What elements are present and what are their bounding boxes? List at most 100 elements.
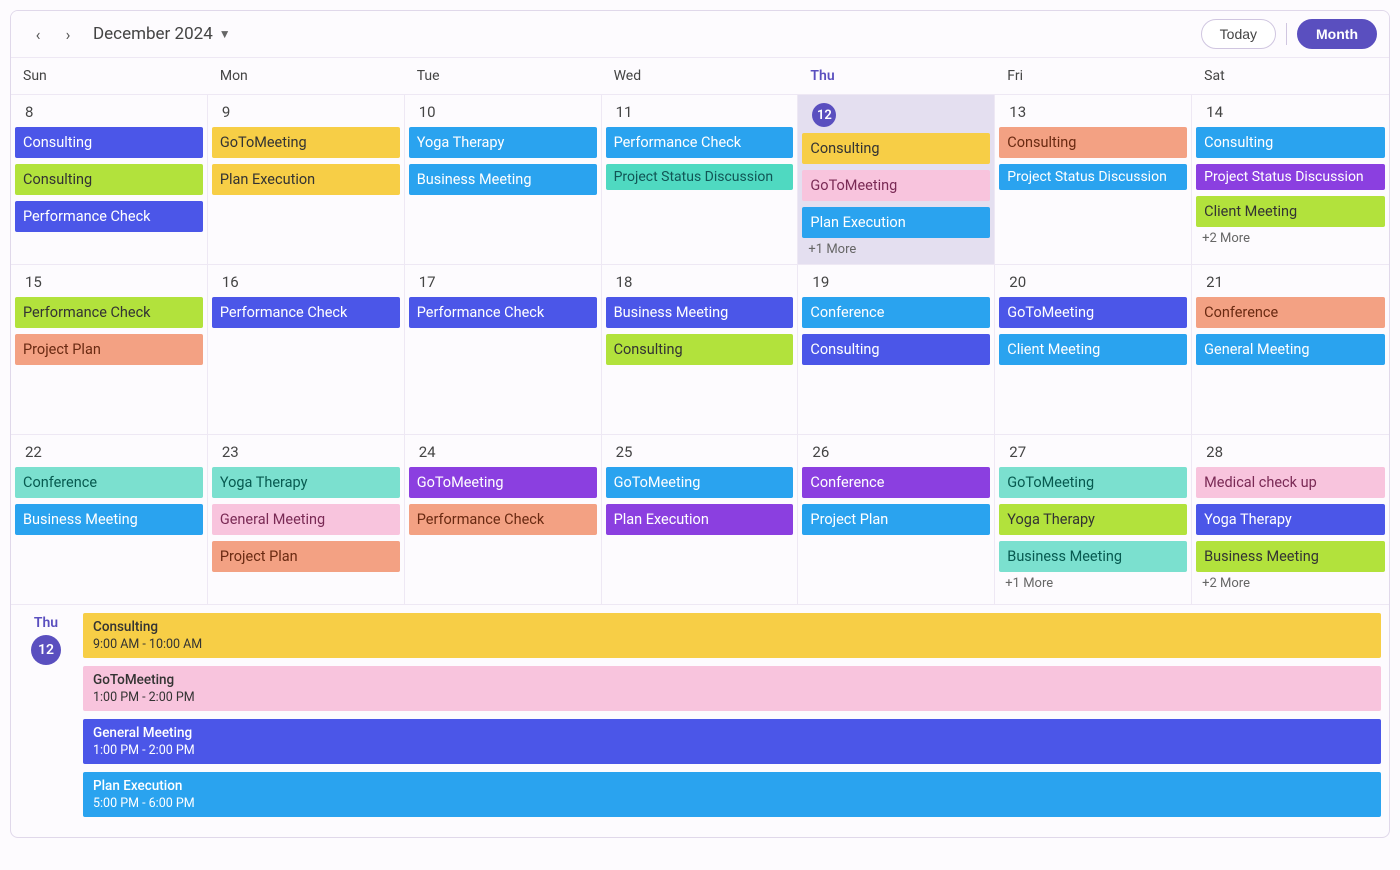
- view-month-button[interactable]: Month: [1297, 19, 1377, 49]
- event-chip[interactable]: GoToMeeting: [999, 467, 1187, 498]
- day-cell[interactable]: 22Conference Business Meeting: [11, 434, 208, 604]
- event-chip[interactable]: GoToMeeting: [999, 297, 1187, 328]
- day-cell[interactable]: 27GoToMeetingYoga TherapyBusiness Meetin…: [995, 434, 1192, 604]
- event-list: Consulting GoToMeeting Plan Execution: [798, 133, 994, 238]
- event-chip[interactable]: Performance Check: [15, 297, 203, 328]
- event-chip[interactable]: Business Meeting: [1196, 541, 1385, 572]
- event-chip[interactable]: Medical check up: [1196, 467, 1385, 498]
- event-chip[interactable]: Consulting: [999, 127, 1187, 158]
- event-chip[interactable]: Business Meeting: [15, 504, 203, 535]
- date-number: 22: [11, 439, 207, 467]
- date-number: 19: [798, 269, 994, 297]
- agenda-item-title: General Meeting: [93, 725, 1371, 741]
- next-arrow-icon[interactable]: ›: [53, 19, 83, 49]
- event-chip[interactable]: Conference: [802, 297, 990, 328]
- agenda-item-time: 1:00 PM - 2:00 PM: [93, 690, 1371, 705]
- event-chip[interactable]: Performance Check: [15, 201, 203, 232]
- event-chip[interactable]: Project Status Discussion: [606, 164, 794, 190]
- day-cell[interactable]: 16Performance Check: [208, 264, 405, 434]
- event-chip[interactable]: Client Meeting: [999, 334, 1187, 365]
- date-number: 21: [1192, 269, 1389, 297]
- day-cell[interactable]: 19Conference Consulting: [798, 264, 995, 434]
- event-chip[interactable]: Conference: [15, 467, 203, 498]
- agenda-item-title: Consulting: [93, 619, 1371, 635]
- event-chip[interactable]: Business Meeting: [606, 297, 794, 328]
- day-cell[interactable]: 25GoToMeeting Plan Execution: [602, 434, 799, 604]
- calendar: ‹ › December 2024 ▼ Today Month SunMonTu…: [10, 10, 1390, 838]
- agenda-item[interactable]: General Meeting 1:00 PM - 2:00 PM: [83, 719, 1381, 764]
- agenda-item[interactable]: Plan Execution5:00 PM - 6:00 PM: [83, 772, 1381, 817]
- event-chip[interactable]: Project Status Discussion: [1196, 164, 1385, 190]
- day-cell[interactable]: 8ConsultingConsultingPerformance Check: [11, 94, 208, 264]
- day-cell[interactable]: 26ConferenceProject Plan: [798, 434, 995, 604]
- event-chip[interactable]: Consulting: [606, 334, 794, 365]
- event-chip[interactable]: Plan Execution: [212, 164, 400, 195]
- event-chip[interactable]: Project Plan: [212, 541, 400, 572]
- event-chip[interactable]: Performance Check: [212, 297, 400, 328]
- event-chip[interactable]: Project Plan: [802, 504, 990, 535]
- event-chip[interactable]: Business Meeting: [999, 541, 1187, 572]
- agenda-item-time: 5:00 PM - 6:00 PM: [93, 796, 1371, 811]
- day-cell[interactable]: 12Consulting GoToMeeting Plan Execution+1 …: [798, 94, 995, 264]
- event-chip[interactable]: Yoga Therapy: [212, 467, 400, 498]
- event-chip[interactable]: Consulting: [802, 133, 990, 164]
- day-cell[interactable]: 20GoToMeeting Client Meeting: [995, 264, 1192, 434]
- agenda-item[interactable]: Consulting 9:00 AM - 10:00 AM: [83, 613, 1381, 658]
- dow-label: Thu: [798, 58, 995, 94]
- day-cell[interactable]: 15Performance CheckProject Plan: [11, 264, 208, 434]
- event-chip[interactable]: Consulting: [15, 164, 203, 195]
- date-number: 12: [798, 99, 994, 133]
- day-cell[interactable]: 11Performance CheckProject Status Discus…: [602, 94, 799, 264]
- event-list: Performance Check Project Plan: [11, 297, 207, 365]
- event-chip[interactable]: GoToMeeting: [212, 127, 400, 158]
- day-cell[interactable]: 24GoToMeetingPerformance Check: [405, 434, 602, 604]
- event-chip[interactable]: Yoga Therapy: [409, 127, 597, 158]
- event-chip[interactable]: General Meeting: [212, 504, 400, 535]
- day-cell[interactable]: 9GoToMeetingPlan Execution: [208, 94, 405, 264]
- event-chip[interactable]: Consulting: [15, 127, 203, 158]
- event-chip[interactable]: Consulting: [802, 334, 990, 365]
- toolbar: ‹ › December 2024 ▼ Today Month: [11, 11, 1389, 58]
- month-picker[interactable]: December 2024 ▼: [83, 24, 241, 44]
- agenda-item-time: 9:00 AM - 10:00 AM: [93, 637, 1371, 652]
- event-chip[interactable]: Conference: [1196, 297, 1385, 328]
- event-chip[interactable]: Yoga Therapy: [1196, 504, 1385, 535]
- event-chip[interactable]: Project Plan: [15, 334, 203, 365]
- day-cell[interactable]: 28Medical check upYoga TherapyBusiness M…: [1192, 434, 1389, 604]
- day-cell[interactable]: 13ConsultingProject Status Discussion: [995, 94, 1192, 264]
- event-chip[interactable]: Conference: [802, 467, 990, 498]
- event-chip[interactable]: Performance Check: [606, 127, 794, 158]
- event-chip[interactable]: Plan Execution: [802, 207, 990, 238]
- day-cell[interactable]: 14ConsultingProject Status DiscussionCli…: [1192, 94, 1389, 264]
- agenda-item[interactable]: GoToMeeting1:00 PM - 2:00 PM: [83, 666, 1381, 711]
- event-chip[interactable]: Client Meeting: [1196, 196, 1385, 227]
- date-number: 25: [602, 439, 798, 467]
- day-cell[interactable]: 17Performance Check: [405, 264, 602, 434]
- more-link[interactable]: +2 More: [1192, 227, 1389, 246]
- event-chip[interactable]: Plan Execution: [606, 504, 794, 535]
- more-link[interactable]: +1 More: [995, 572, 1191, 591]
- day-cell[interactable]: 10Yoga TherapyBusiness Meeting: [405, 94, 602, 264]
- more-link[interactable]: +2 More: [1192, 572, 1389, 591]
- event-list: Conference Project Plan: [798, 467, 994, 535]
- dow-label: Mon: [208, 58, 405, 94]
- event-chip[interactable]: GoToMeeting: [606, 467, 794, 498]
- event-chip[interactable]: Yoga Therapy: [999, 504, 1187, 535]
- event-chip[interactable]: Project Status Discussion: [999, 164, 1187, 190]
- today-button[interactable]: Today: [1201, 19, 1276, 49]
- day-cell[interactable]: 21Conference General Meeting: [1192, 264, 1389, 434]
- event-chip[interactable]: Performance Check: [409, 297, 597, 328]
- day-cell[interactable]: 23Yoga TherapyGeneral MeetingProject Pla…: [208, 434, 405, 604]
- dow-label: Tue: [405, 58, 602, 94]
- event-chip[interactable]: Performance Check: [409, 504, 597, 535]
- event-chip[interactable]: General Meeting: [1196, 334, 1385, 365]
- event-chip[interactable]: GoToMeeting: [802, 170, 990, 201]
- event-chip[interactable]: Business Meeting: [409, 164, 597, 195]
- date-number: 20: [995, 269, 1191, 297]
- event-chip[interactable]: GoToMeeting: [409, 467, 597, 498]
- prev-arrow-icon[interactable]: ‹: [23, 19, 53, 49]
- more-link[interactable]: +1 More: [798, 238, 994, 257]
- day-cell[interactable]: 18Business MeetingConsulting: [602, 264, 799, 434]
- event-chip[interactable]: Consulting: [1196, 127, 1385, 158]
- agenda-item-time: 1:00 PM - 2:00 PM: [93, 743, 1371, 758]
